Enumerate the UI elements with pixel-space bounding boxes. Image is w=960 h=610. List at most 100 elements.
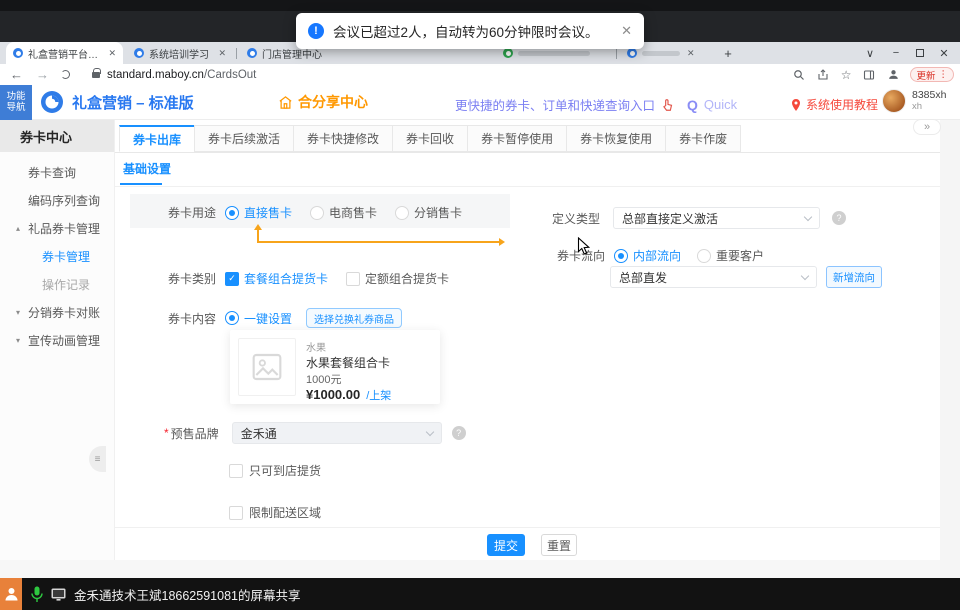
choose-gift-products-button[interactable]: 选择兑换礼券商品	[306, 308, 402, 328]
window-close-button[interactable]: ✕	[932, 42, 956, 64]
checkbox-label-combo-pickup-card[interactable]: 套餐组合提货卡	[244, 270, 328, 287]
checkbox-pickup-only[interactable]	[229, 464, 243, 478]
product-price-row: ¥1000.00/上架	[306, 387, 391, 403]
sidebar-item-card-query[interactable]: 券卡查询	[0, 158, 114, 186]
tab-card-later-activation[interactable]: 券卡后续激活	[194, 125, 294, 152]
checkbox-fixed-combo-pickup-card[interactable]	[346, 272, 360, 286]
new-tab-button[interactable]: +	[718, 42, 738, 64]
radio-label-internal-flow[interactable]: 内部流向	[633, 247, 681, 264]
tab-card-suspend[interactable]: 券卡暂停使用	[467, 125, 567, 152]
url-path: /CardsOut	[204, 69, 256, 81]
share-icon[interactable]	[817, 69, 829, 81]
checkbox-limit-area[interactable]	[229, 506, 243, 520]
checkbox-label-pickup-only[interactable]: 只可到店提货	[249, 462, 321, 479]
collapse-panel-button[interactable]: »	[913, 119, 941, 135]
add-flow-button[interactable]: 新增流向	[826, 266, 882, 288]
tab-card-quick-modify[interactable]: 券卡快捷修改	[293, 125, 393, 152]
page-gutter	[940, 120, 960, 578]
share-center-label: 合分享中心	[298, 92, 368, 112]
radio-one-click-setup[interactable]	[225, 311, 239, 325]
sidebar-group-gift-card-mgmt[interactable]: ▴ 礼品券卡管理	[0, 214, 114, 242]
bookmark-star-icon[interactable]: ☆	[841, 68, 852, 82]
reset-button[interactable]: 重置	[541, 534, 577, 556]
flow-arrow-right-head	[499, 238, 505, 246]
screen-share-text: 金禾通技术王斌18662591081的屏幕共享	[74, 585, 300, 604]
define-type-label: 定义类型	[552, 210, 600, 227]
chevron-up-icon: ▴	[16, 224, 20, 233]
flow-arrow-line	[257, 241, 499, 243]
radio-label-key-customer[interactable]: 重要客户	[716, 247, 764, 264]
toast-close-icon[interactable]: ✕	[621, 23, 632, 39]
subtab-divider	[115, 186, 940, 187]
tab-close-icon[interactable]: ✕	[218, 48, 226, 59]
radio-label-one-click-setup[interactable]: 一键设置	[244, 310, 292, 327]
checkbox-label-fixed-combo-pickup-card[interactable]: 定额组合提货卡	[365, 270, 449, 287]
back-icon[interactable]: ←	[10, 67, 23, 82]
sidebar-item-operation-log[interactable]: 操作记录	[0, 270, 114, 298]
presale-brand-value: 金禾通	[241, 425, 277, 442]
tab-close-icon[interactable]: ✕	[108, 48, 116, 59]
radio-distribution-sale[interactable]	[395, 206, 409, 220]
checkbox-combo-pickup-card[interactable]: ✓	[225, 272, 239, 286]
system-tutorial-link[interactable]: 系统使用教程	[790, 96, 878, 113]
obscured-tab-title	[518, 51, 590, 56]
presale-brand-select[interactable]: 金禾通	[232, 422, 442, 444]
tab-card-void[interactable]: 券卡作废	[665, 125, 741, 152]
tab-card-outbound[interactable]: 券卡出库	[119, 125, 195, 152]
profile-icon[interactable]	[887, 68, 900, 81]
flow-select[interactable]: 总部直发	[610, 266, 817, 288]
chevron-down-icon: ▾	[16, 308, 20, 317]
radio-key-customer[interactable]	[697, 249, 711, 263]
window-maximize-button[interactable]	[908, 42, 932, 64]
radio-label-distribution-sale[interactable]: 分销售卡	[414, 204, 462, 221]
lock-icon[interactable]	[92, 72, 100, 78]
category-label: 券卡类别	[168, 270, 216, 287]
subtab-basic-settings[interactable]: 基础设置	[123, 160, 171, 185]
tab-search-chevron-icon[interactable]: ∨	[858, 42, 882, 64]
meeting-toast: ! 会议已超过2人，自动转为60分钟限时会议。 ✕	[296, 13, 644, 49]
card-content-label: 券卡内容	[168, 310, 216, 327]
browser-update-button[interactable]: 更新 ⋮	[910, 67, 954, 82]
radio-label-direct-sale[interactable]: 直接售卡	[244, 204, 292, 221]
sidebar-item-card-management[interactable]: 券卡管理	[0, 242, 114, 270]
pickup-only-row: 只可到店提货	[229, 462, 321, 479]
radio-direct-sale[interactable]	[225, 206, 239, 220]
product-onshelf-link[interactable]: /上架	[366, 390, 391, 402]
function-nav-toggle[interactable]: 功能 导航	[0, 85, 32, 120]
user-block[interactable]: 8385xh xh	[882, 89, 946, 113]
radio-internal-flow[interactable]	[614, 249, 628, 263]
screen-share-icon[interactable]	[51, 588, 66, 601]
share-center-link[interactable]: 合分享中心	[278, 92, 368, 112]
product-card[interactable]: 水果 水果套餐组合卡 1000元 ¥1000.00/上架	[230, 330, 440, 404]
checkbox-label-limit-area[interactable]: 限制配送区域	[249, 504, 321, 521]
tab-card-resume[interactable]: 券卡恢复使用	[566, 125, 666, 152]
help-icon[interactable]: ?	[452, 426, 466, 440]
store-icon	[278, 95, 293, 110]
card-content-row: 券卡内容 一键设置 选择兑换礼券商品	[168, 308, 402, 328]
radio-label-ecommerce-sale[interactable]: 电商售卡	[329, 204, 377, 221]
forward-icon[interactable]: →	[36, 67, 49, 82]
url-text[interactable]: standard.maboy.cn/CardsOut	[107, 69, 256, 81]
reload-icon[interactable]	[61, 70, 70, 79]
microphone-icon[interactable]	[31, 586, 43, 603]
quick-entry[interactable]: 更快捷的券卡、订单和快递查询入口 Q Quick	[455, 95, 737, 114]
submit-button[interactable]: 提交	[487, 534, 525, 556]
zoom-icon[interactable]	[793, 69, 805, 81]
window-minimize-button[interactable]: −	[884, 42, 908, 64]
help-icon[interactable]: ?	[832, 211, 846, 225]
tab-close-icon[interactable]: ✕	[687, 48, 695, 59]
sidebar-group-promo-animation[interactable]: ▾ 宣传动画管理	[0, 326, 114, 354]
browser-tab-active[interactable]: 礼盒营销平台管理中心 ✕	[6, 42, 123, 64]
side-panel-icon[interactable]	[863, 69, 875, 81]
tab-card-recycle[interactable]: 券卡回收	[392, 125, 468, 152]
browser-tab[interactable]: 系统培训学习 ✕	[127, 42, 233, 64]
product-price: ¥1000.00	[306, 387, 360, 402]
sidebar-group-distribution-reconciliation[interactable]: ▾ 分销券卡对账	[0, 298, 114, 326]
define-type-select[interactable]: 总部直接定义激活	[613, 207, 820, 229]
sidebar-item-code-sequence-query[interactable]: 编码序列查询	[0, 186, 114, 214]
radio-ecommerce-sale[interactable]	[310, 206, 324, 220]
footer-divider	[115, 527, 940, 528]
info-icon: !	[308, 23, 324, 39]
quick-label: Quick	[704, 97, 737, 112]
update-label: 更新	[916, 68, 935, 82]
